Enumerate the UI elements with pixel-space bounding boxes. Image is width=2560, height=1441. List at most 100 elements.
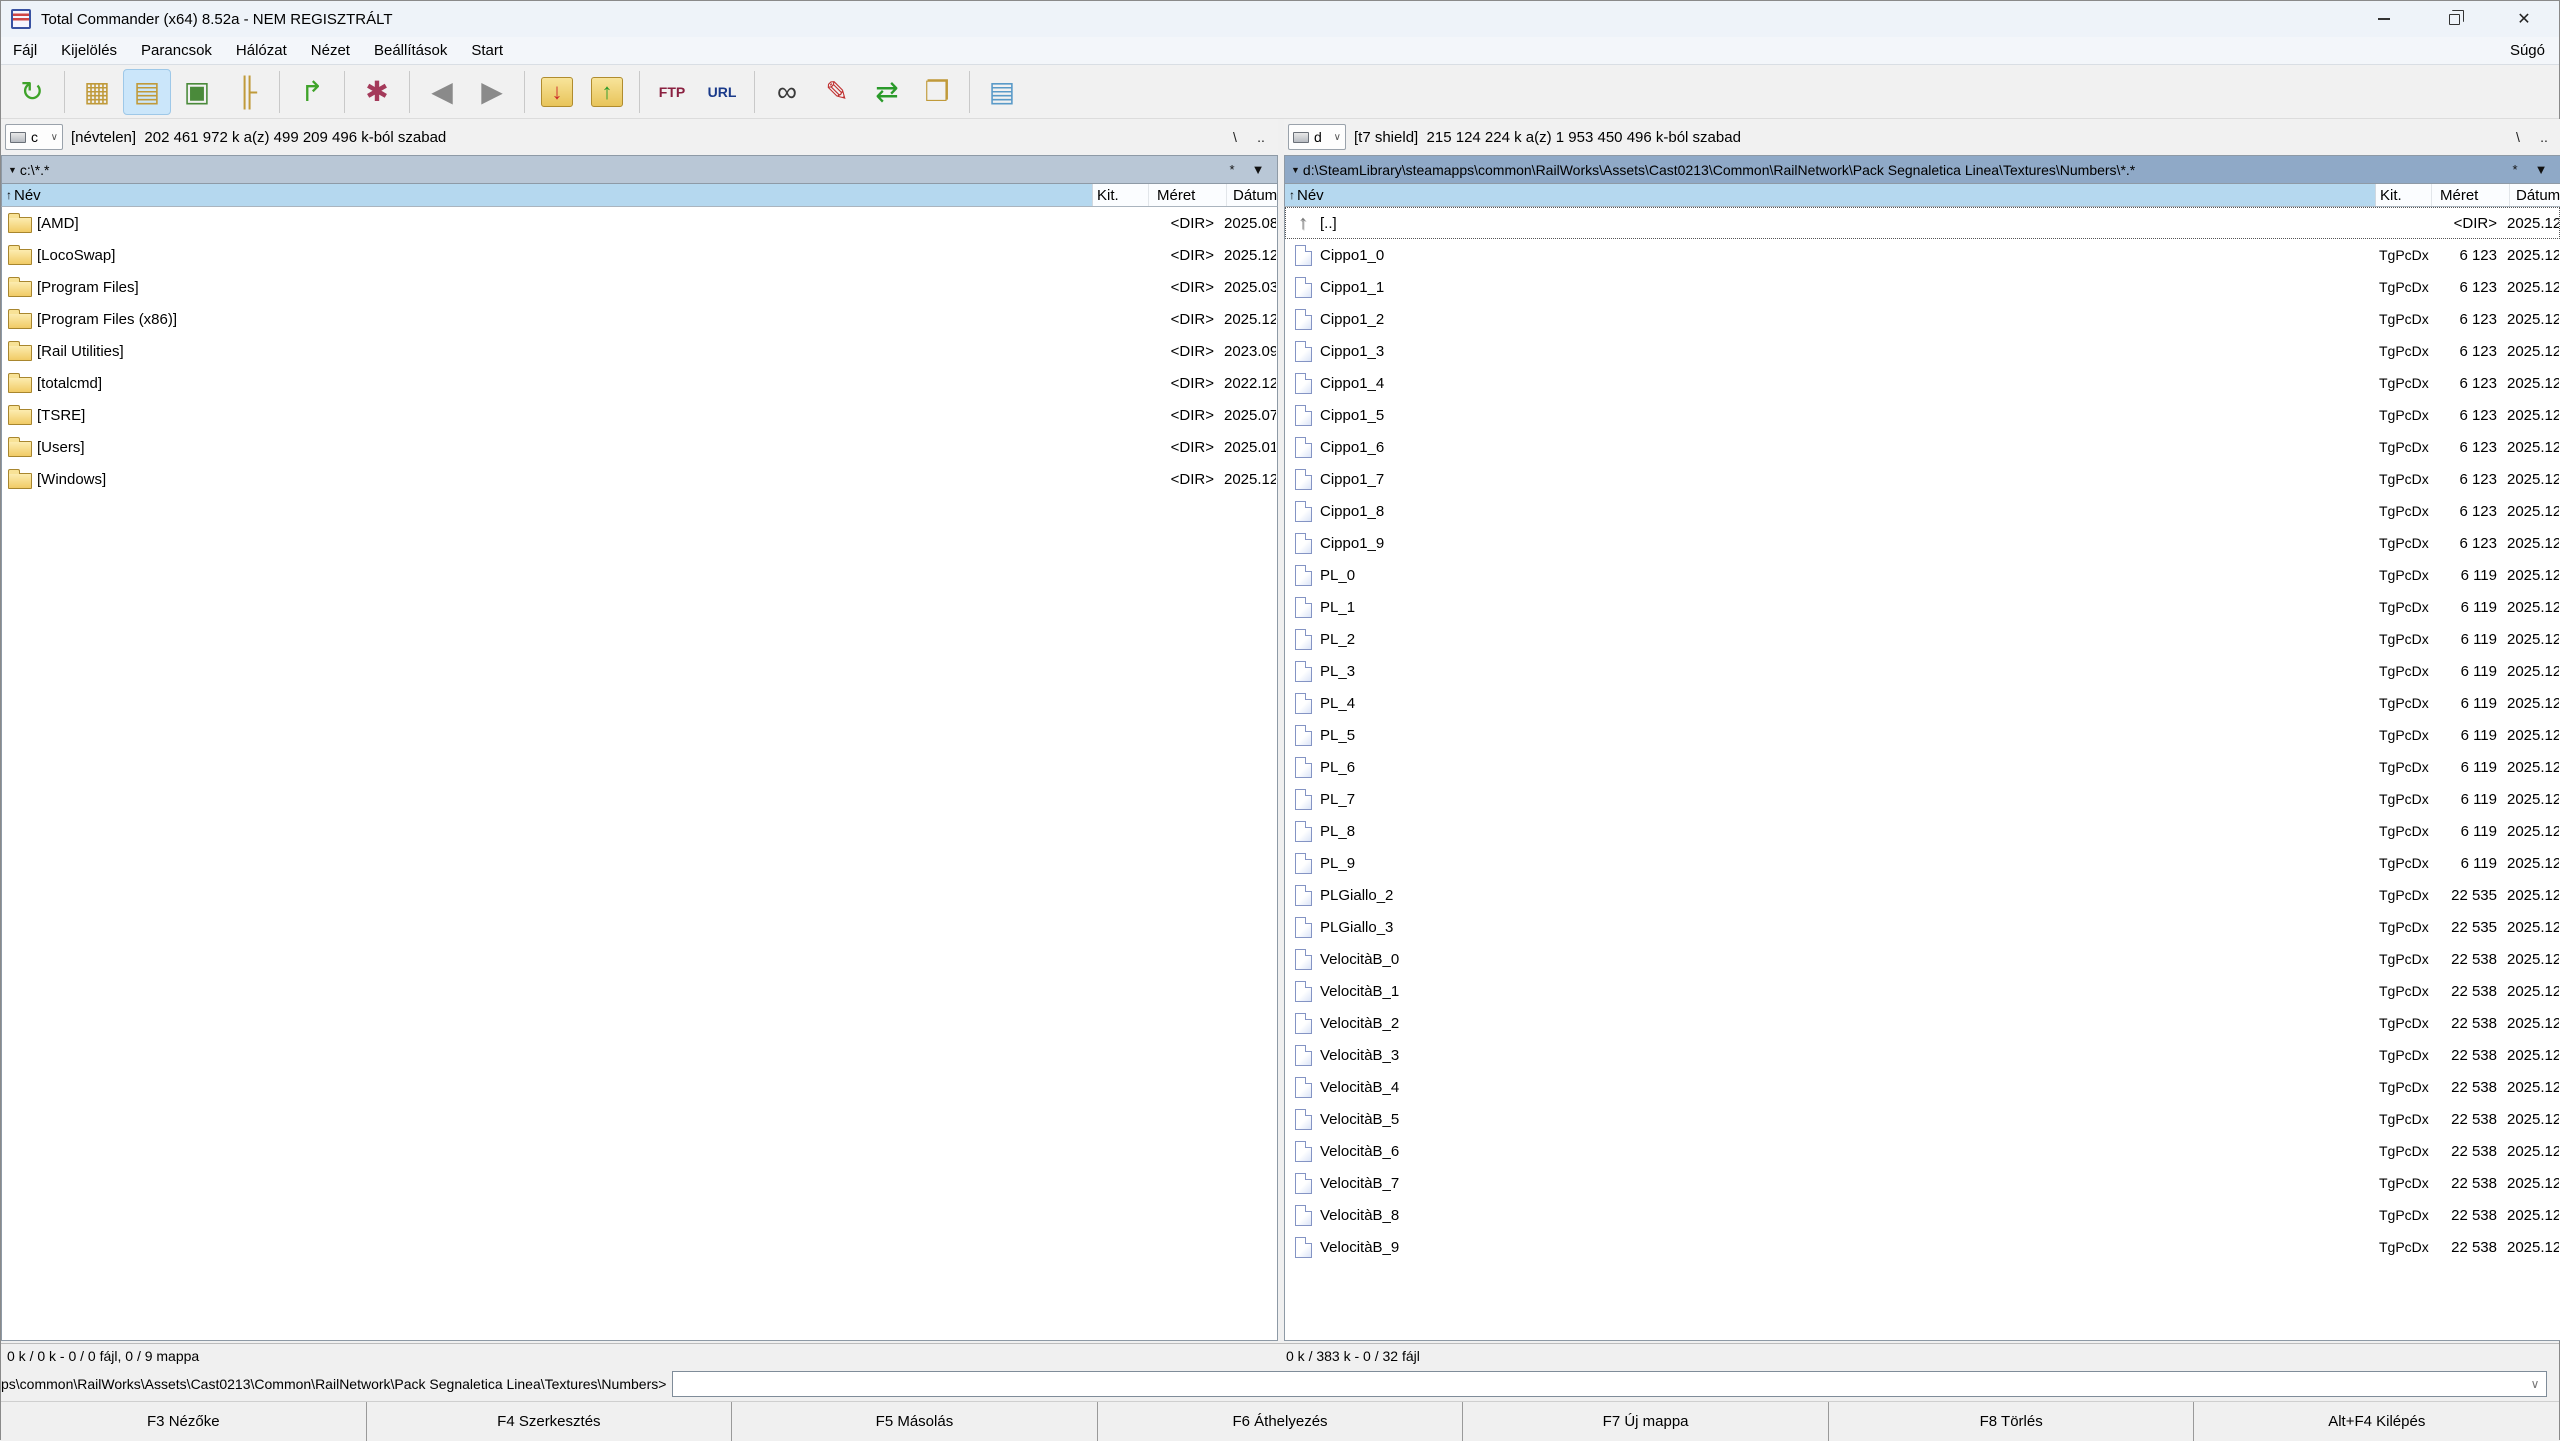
left-history-button[interactable]: ▼ xyxy=(1245,162,1271,177)
file-row[interactable]: VelocitàB_3TgPcDx22 5382025.12 xyxy=(1285,1039,2560,1071)
right-filter-star-button[interactable]: * xyxy=(2502,162,2528,177)
file-row[interactable]: VelocitàB_1TgPcDx22 5382025.12 xyxy=(1285,975,2560,1007)
file-row[interactable]: [Windows]<DIR>2025.12 xyxy=(2,463,1277,495)
file-row[interactable]: PL_4TgPcDx6 1192025.12 xyxy=(1285,687,2560,719)
full-view-button[interactable]: ▤ xyxy=(123,69,171,115)
file-row[interactable]: Cippo1_8TgPcDx6 1232025.12 xyxy=(1285,495,2560,527)
ftp-url-button[interactable]: URL xyxy=(698,69,746,115)
file-row[interactable]: PL_1TgPcDx6 1192025.12 xyxy=(1285,591,2560,623)
menu-item-kijelölés[interactable]: Kijelölés xyxy=(49,39,129,62)
right-column-date[interactable]: Dátum xyxy=(2510,184,2560,206)
command-history-chevron-icon[interactable]: ∨ xyxy=(2524,1377,2546,1391)
minimize-button[interactable] xyxy=(2349,1,2419,37)
refresh-button[interactable]: ↻ xyxy=(8,69,56,115)
unpack-button[interactable]: ↑ xyxy=(583,69,631,115)
file-row[interactable]: [TSRE]<DIR>2025.07 xyxy=(2,399,1277,431)
menu-item-fájl[interactable]: Fájl xyxy=(1,39,49,62)
file-row[interactable]: PL_3TgPcDx6 1192025.12 xyxy=(1285,655,2560,687)
right-path-bar[interactable]: ▼ d:\SteamLibrary\steamapps\common\RailW… xyxy=(1284,155,2560,183)
file-row[interactable]: VelocitàB_9TgPcDx22 5382025.12 xyxy=(1285,1231,2560,1263)
file-row[interactable]: Cippo1_2TgPcDx6 1232025.12 xyxy=(1285,303,2560,335)
file-row[interactable]: Cippo1_4TgPcDx6 1232025.12 xyxy=(1285,367,2560,399)
left-filter-star-button[interactable]: * xyxy=(1219,162,1245,177)
file-row[interactable]: VelocitàB_5TgPcDx22 5382025.12 xyxy=(1285,1103,2560,1135)
file-row[interactable]: VelocitàB_2TgPcDx22 5382025.12 xyxy=(1285,1007,2560,1039)
compare-contents-button[interactable]: ❐ xyxy=(913,69,961,115)
file-row[interactable]: Cippo1_3TgPcDx6 1232025.12 xyxy=(1285,335,2560,367)
file-row[interactable]: PL_5TgPcDx6 1192025.12 xyxy=(1285,719,2560,751)
file-row[interactable]: PL_2TgPcDx6 1192025.12 xyxy=(1285,623,2560,655)
file-row[interactable]: [Program Files]<DIR>2025.03 xyxy=(2,271,1277,303)
file-row[interactable]: VelocitàB_7TgPcDx22 5382025.12 xyxy=(1285,1167,2560,1199)
file-row[interactable]: PL_0TgPcDx6 1192025.12 xyxy=(1285,559,2560,591)
file-row[interactable]: VelocitàB_4TgPcDx22 5382025.12 xyxy=(1285,1071,2560,1103)
forward-button[interactable]: ▶ xyxy=(468,69,516,115)
file-row[interactable]: PLGiallo_2TgPcDx22 5352025.12 xyxy=(1285,879,2560,911)
left-column-ext[interactable]: Kit. xyxy=(1093,184,1149,206)
file-row[interactable]: Cippo1_1TgPcDx6 1232025.12 xyxy=(1285,271,2560,303)
file-row[interactable]: PL_7TgPcDx6 1192025.12 xyxy=(1285,783,2560,815)
fkey-f4[interactable]: F4 Szerkesztés xyxy=(366,1402,732,1441)
menu-item-nézet[interactable]: Nézet xyxy=(299,39,362,62)
file-row[interactable]: PL_8TgPcDx6 1192025.12 xyxy=(1285,815,2560,847)
file-row[interactable]: VelocitàB_8TgPcDx22 5382025.12 xyxy=(1285,1199,2560,1231)
file-row[interactable]: VelocitàB_0TgPcDx22 5382025.12 xyxy=(1285,943,2560,975)
right-column-name[interactable]: ↑ Név xyxy=(1285,184,2376,206)
file-row[interactable]: [AMD]<DIR>2025.08 xyxy=(2,207,1277,239)
filter-button[interactable]: ✱ xyxy=(353,69,401,115)
ftp-connect-button[interactable]: FTP xyxy=(648,69,696,115)
menu-item-parancsok[interactable]: Parancsok xyxy=(129,39,224,62)
right-column-ext[interactable]: Kit. xyxy=(2376,184,2432,206)
find-files-button[interactable]: ∞ xyxy=(763,69,811,115)
left-up-button[interactable]: .. xyxy=(1248,125,1274,149)
fkey-f6[interactable]: F6 Áthelyezés xyxy=(1097,1402,1463,1441)
file-row[interactable]: [Program Files (x86)]<DIR>2025.12 xyxy=(2,303,1277,335)
tree-view-button[interactable]: ╟ xyxy=(223,69,271,115)
brief-view-button[interactable]: ▦ xyxy=(73,69,121,115)
fkey-f7[interactable]: F7 Új mappa xyxy=(1462,1402,1828,1441)
file-row[interactable]: [Users]<DIR>2025.01 xyxy=(2,431,1277,463)
right-root-button[interactable]: \ xyxy=(2505,125,2531,149)
menu-item-hálózat[interactable]: Hálózat xyxy=(224,39,299,62)
fkey-alt+f4[interactable]: Alt+F4 Kilépés xyxy=(2193,1402,2559,1441)
back-button[interactable]: ◀ xyxy=(418,69,466,115)
menu-item-sugo[interactable]: Súgó xyxy=(2496,39,2559,62)
sync-dirs-button[interactable]: ⇄ xyxy=(863,69,911,115)
fkey-f5[interactable]: F5 Másolás xyxy=(731,1402,1097,1441)
file-row[interactable]: Cippo1_6TgPcDx6 1232025.12 xyxy=(1285,431,2560,463)
thumbnail-view-button[interactable]: ▣ xyxy=(173,69,221,115)
branch-view-button[interactable]: ↱ xyxy=(288,69,336,115)
fkey-f8[interactable]: F8 Törlés xyxy=(1828,1402,2194,1441)
file-row[interactable]: [totalcmd]<DIR>2022.12 xyxy=(2,367,1277,399)
file-row[interactable]: Cippo1_5TgPcDx6 1232025.12 xyxy=(1285,399,2560,431)
left-drive-combo[interactable]: c ∨ xyxy=(5,124,63,150)
right-column-size[interactable]: Méret xyxy=(2432,184,2510,206)
left-path-bar[interactable]: ▼ c:\*.* * ▼ xyxy=(1,155,1278,183)
file-row[interactable]: VelocitàB_6TgPcDx22 5382025.12 xyxy=(1285,1135,2560,1167)
restore-button[interactable] xyxy=(2419,1,2489,37)
file-row[interactable]: Cippo1_9TgPcDx6 1232025.12 xyxy=(1285,527,2560,559)
file-row[interactable]: [Rail Utilities]<DIR>2023.09 xyxy=(2,335,1277,367)
file-row[interactable]: Cippo1_7TgPcDx6 1232025.12 xyxy=(1285,463,2560,495)
file-row[interactable]: ↑[..]<DIR>2025.12 xyxy=(1285,207,2560,239)
file-row[interactable]: Cippo1_0TgPcDx6 1232025.12 xyxy=(1285,239,2560,271)
menu-item-start[interactable]: Start xyxy=(459,39,515,62)
close-button[interactable]: ✕ xyxy=(2489,1,2559,37)
file-row[interactable]: PLGiallo_3TgPcDx22 5352025.12 xyxy=(1285,911,2560,943)
right-up-button[interactable]: .. xyxy=(2531,125,2557,149)
left-root-button[interactable]: \ xyxy=(1222,125,1248,149)
pack-button[interactable]: ↓ xyxy=(533,69,581,115)
left-column-name[interactable]: ↑ Név xyxy=(2,184,1093,206)
file-row[interactable]: PL_6TgPcDx6 1192025.12 xyxy=(1285,751,2560,783)
command-input[interactable] xyxy=(673,1372,2524,1396)
right-history-button[interactable]: ▼ xyxy=(2528,162,2554,177)
notepad-button[interactable]: ▤ xyxy=(978,69,1026,115)
fkey-f3[interactable]: F3 Nézőke xyxy=(1,1402,366,1441)
right-drive-combo[interactable]: d ∨ xyxy=(1288,124,1346,150)
file-row[interactable]: PL_9TgPcDx6 1192025.12 xyxy=(1285,847,2560,879)
menu-item-beállítások[interactable]: Beállítások xyxy=(362,39,459,62)
file-row[interactable]: [LocoSwap]<DIR>2025.12 xyxy=(2,239,1277,271)
left-column-date[interactable]: Dátum xyxy=(1227,184,1277,206)
left-column-size[interactable]: Méret xyxy=(1149,184,1227,206)
multi-rename-button[interactable]: ✎ xyxy=(813,69,861,115)
